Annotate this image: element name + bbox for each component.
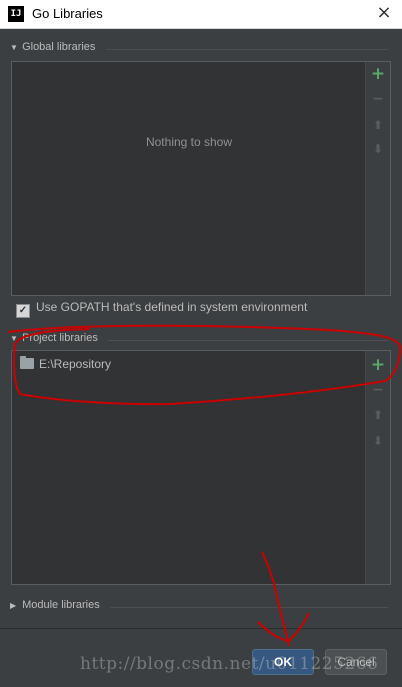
- use-gopath-label: Use GOPATH that's defined in system envi…: [36, 300, 308, 314]
- global-libraries-list[interactable]: Nothing to show + − ⬆ ⬇: [11, 61, 391, 296]
- expand-triangle-icon: ▼: [10, 43, 18, 52]
- project-libraries-toolbar: + − ⬆ ⬇: [365, 351, 390, 584]
- add-icon[interactable]: +: [366, 354, 390, 376]
- window-title: Go Libraries: [32, 6, 103, 21]
- move-down-icon[interactable]: ⬇: [366, 138, 390, 160]
- project-libraries-list[interactable]: E:\Repository + − ⬆ ⬇: [11, 350, 391, 585]
- global-libraries-label: Global libraries: [22, 41, 96, 53]
- use-gopath-checkbox-row[interactable]: ✓ Use GOPATH that's defined in system env…: [16, 300, 307, 318]
- global-libraries-header[interactable]: ▼ Global libraries: [10, 41, 388, 57]
- window-titlebar: IJ Go Libraries ×: [0, 0, 402, 29]
- collapse-triangle-icon: ▶: [10, 601, 17, 610]
- project-libraries-header[interactable]: ▼ Project libraries: [10, 332, 388, 348]
- empty-list-text: Nothing to show: [145, 135, 233, 149]
- move-up-icon[interactable]: ⬆: [366, 404, 390, 426]
- global-libraries-toolbar: + − ⬆ ⬇: [365, 62, 390, 295]
- expand-triangle-icon: ▼: [10, 334, 18, 343]
- add-icon[interactable]: +: [366, 63, 390, 85]
- move-up-icon[interactable]: ⬆: [366, 114, 390, 136]
- section-divider: [106, 49, 388, 50]
- use-gopath-checkbox[interactable]: ✓: [16, 304, 30, 318]
- intellij-app-icon: IJ: [8, 6, 24, 22]
- footer-divider: [0, 628, 402, 629]
- project-libraries-label: Project libraries: [22, 332, 98, 344]
- library-path: E:\Repository: [39, 357, 112, 371]
- section-divider: [110, 607, 388, 608]
- module-libraries-header[interactable]: ▶ Module libraries: [10, 599, 388, 615]
- move-down-icon[interactable]: ⬇: [366, 430, 390, 452]
- remove-icon[interactable]: −: [366, 88, 390, 110]
- watermark-text: http://blog.csdn.net/u011225266: [80, 654, 379, 674]
- module-libraries-label: Module libraries: [22, 599, 100, 611]
- list-item[interactable]: E:\Repository: [20, 356, 112, 375]
- remove-icon[interactable]: −: [366, 379, 390, 401]
- section-divider: [108, 340, 388, 341]
- folder-icon: [20, 356, 34, 369]
- red-arrow-head: [257, 612, 310, 643]
- close-icon[interactable]: ×: [376, 4, 392, 22]
